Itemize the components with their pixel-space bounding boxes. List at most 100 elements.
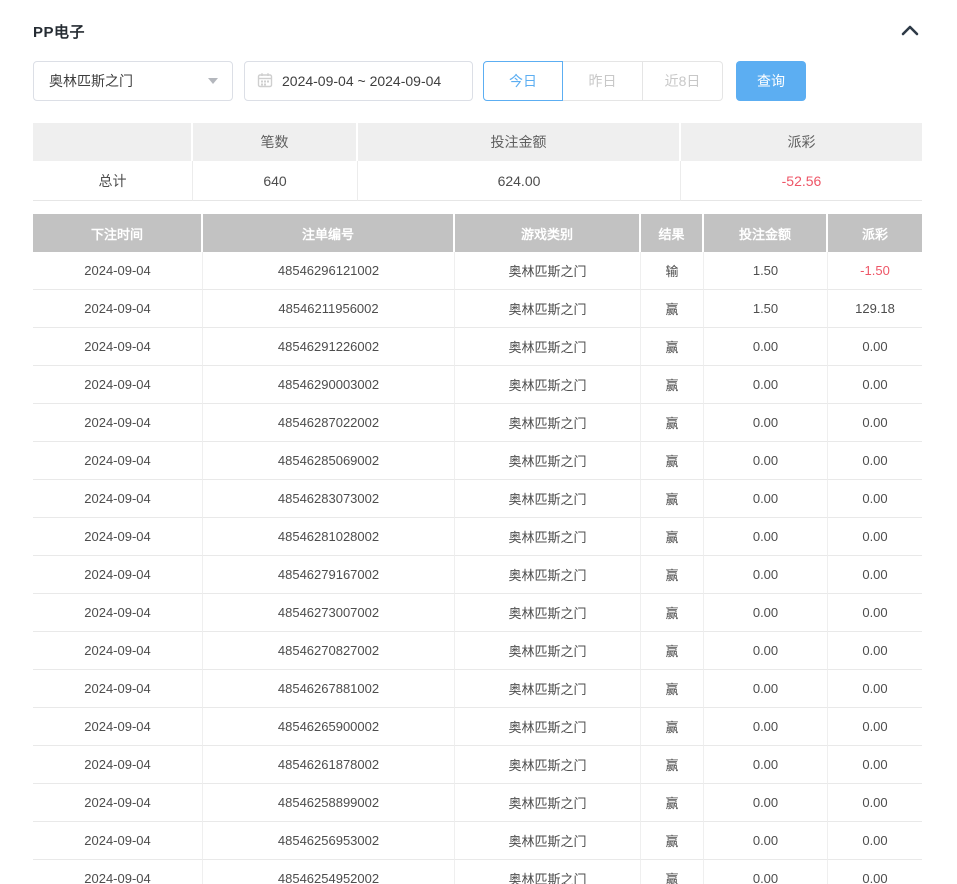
cell-payout: 0.00 bbox=[828, 708, 922, 746]
cell-game: 奥林匹斯之门 bbox=[455, 404, 641, 442]
cell-order-id: 48546287022002 bbox=[203, 404, 455, 442]
cell-time: 2024-09-04 bbox=[33, 252, 203, 290]
summary-header-bet-amount: 投注金额 bbox=[358, 123, 681, 161]
table-row: 2024-09-0448546254952002奥林匹斯之门赢0.000.00 bbox=[33, 860, 922, 884]
cell-time: 2024-09-04 bbox=[33, 366, 203, 404]
cell-result: 赢 bbox=[641, 746, 704, 784]
cell-bet: 0.00 bbox=[704, 860, 828, 884]
quick-filter-group: 今日 昨日 近8日 bbox=[483, 61, 723, 101]
cell-order-id: 48546290003002 bbox=[203, 366, 455, 404]
table-row: 2024-09-0448546290003002奥林匹斯之门赢0.000.00 bbox=[33, 366, 922, 404]
cell-bet: 0.00 bbox=[704, 556, 828, 594]
quick-filter-today[interactable]: 今日 bbox=[483, 61, 563, 101]
bets-header-result: 结果 bbox=[641, 214, 704, 252]
cell-result: 赢 bbox=[641, 518, 704, 556]
cell-payout: 0.00 bbox=[828, 860, 922, 884]
collapse-button[interactable] bbox=[896, 23, 924, 40]
cell-order-id: 48546270827002 bbox=[203, 632, 455, 670]
cell-payout: 0.00 bbox=[828, 822, 922, 860]
cell-result: 赢 bbox=[641, 594, 704, 632]
cell-time: 2024-09-04 bbox=[33, 556, 203, 594]
cell-order-id: 48546261878002 bbox=[203, 746, 455, 784]
cell-bet: 0.00 bbox=[704, 442, 828, 480]
report-panel: PP电子 奥林匹斯之门 bbox=[0, 0, 957, 884]
cell-game: 奥林匹斯之门 bbox=[455, 442, 641, 480]
cell-result: 赢 bbox=[641, 784, 704, 822]
bets-header-row: 下注时间 注单编号 游戏类别 结果 投注金额 派彩 bbox=[33, 214, 922, 252]
summary-header-row: 笔数 投注金额 派彩 bbox=[33, 123, 922, 161]
filter-bar: 奥林匹斯之门 2024-09-04 ~ 2024-09-04 bbox=[33, 61, 924, 101]
cell-game: 奥林匹斯之门 bbox=[455, 784, 641, 822]
cell-bet: 0.00 bbox=[704, 404, 828, 442]
date-range-input[interactable]: 2024-09-04 ~ 2024-09-04 bbox=[244, 61, 473, 101]
summary-total-row: 总计 640 624.00 -52.56 bbox=[33, 161, 922, 201]
cell-time: 2024-09-04 bbox=[33, 670, 203, 708]
cell-bet: 0.00 bbox=[704, 518, 828, 556]
search-button[interactable]: 查询 bbox=[736, 61, 806, 101]
cell-game: 奥林匹斯之门 bbox=[455, 290, 641, 328]
date-range-value: 2024-09-04 ~ 2024-09-04 bbox=[282, 73, 441, 89]
panel-header: PP电子 bbox=[33, 20, 924, 42]
cell-game: 奥林匹斯之门 bbox=[455, 632, 641, 670]
cell-bet: 0.00 bbox=[704, 822, 828, 860]
cell-game: 奥林匹斯之门 bbox=[455, 252, 641, 290]
summary-header-blank bbox=[33, 123, 193, 161]
cell-result: 赢 bbox=[641, 632, 704, 670]
cell-game: 奥林匹斯之门 bbox=[455, 328, 641, 366]
cell-payout: -1.50 bbox=[828, 252, 922, 290]
cell-game: 奥林匹斯之门 bbox=[455, 594, 641, 632]
cell-time: 2024-09-04 bbox=[33, 442, 203, 480]
cell-payout: 0.00 bbox=[828, 670, 922, 708]
table-row: 2024-09-0448546258899002奥林匹斯之门赢0.000.00 bbox=[33, 784, 922, 822]
game-select[interactable]: 奥林匹斯之门 bbox=[33, 61, 233, 101]
bets-header-bet: 投注金额 bbox=[704, 214, 828, 252]
cell-payout: 0.00 bbox=[828, 746, 922, 784]
cell-result: 赢 bbox=[641, 860, 704, 884]
game-select-value: 奥林匹斯之门 bbox=[49, 71, 133, 91]
cell-result: 赢 bbox=[641, 822, 704, 860]
cell-payout: 0.00 bbox=[828, 784, 922, 822]
cell-game: 奥林匹斯之门 bbox=[455, 708, 641, 746]
cell-time: 2024-09-04 bbox=[33, 708, 203, 746]
cell-order-id: 48546254952002 bbox=[203, 860, 455, 884]
cell-order-id: 48546279167002 bbox=[203, 556, 455, 594]
quick-filter-yesterday[interactable]: 昨日 bbox=[563, 61, 643, 101]
table-row: 2024-09-0448546256953002奥林匹斯之门赢0.000.00 bbox=[33, 822, 922, 860]
cell-result: 赢 bbox=[641, 366, 704, 404]
cell-payout: 0.00 bbox=[828, 404, 922, 442]
cell-time: 2024-09-04 bbox=[33, 746, 203, 784]
cell-time: 2024-09-04 bbox=[33, 632, 203, 670]
cell-bet: 0.00 bbox=[704, 784, 828, 822]
table-row: 2024-09-0448546279167002奥林匹斯之门赢0.000.00 bbox=[33, 556, 922, 594]
cell-payout: 0.00 bbox=[828, 366, 922, 404]
table-row: 2024-09-0448546267881002奥林匹斯之门赢0.000.00 bbox=[33, 670, 922, 708]
table-row: 2024-09-0448546273007002奥林匹斯之门赢0.000.00 bbox=[33, 594, 922, 632]
cell-time: 2024-09-04 bbox=[33, 404, 203, 442]
cell-payout: 0.00 bbox=[828, 556, 922, 594]
cell-game: 奥林匹斯之门 bbox=[455, 518, 641, 556]
quick-filter-last8days[interactable]: 近8日 bbox=[643, 61, 723, 101]
cell-payout: 0.00 bbox=[828, 632, 922, 670]
table-row: 2024-09-0448546291226002奥林匹斯之门赢0.000.00 bbox=[33, 328, 922, 366]
cell-game: 奥林匹斯之门 bbox=[455, 822, 641, 860]
cell-bet: 1.50 bbox=[704, 290, 828, 328]
cell-time: 2024-09-04 bbox=[33, 480, 203, 518]
cell-bet: 0.00 bbox=[704, 328, 828, 366]
cell-result: 赢 bbox=[641, 708, 704, 746]
summary-total-payout: -52.56 bbox=[681, 161, 922, 201]
table-row: 2024-09-0448546281028002奥林匹斯之门赢0.000.00 bbox=[33, 518, 922, 556]
cell-payout: 0.00 bbox=[828, 328, 922, 366]
cell-game: 奥林匹斯之门 bbox=[455, 556, 641, 594]
page-title: PP电子 bbox=[33, 21, 85, 42]
summary-table: 笔数 投注金额 派彩 总计 640 624.00 -52.56 bbox=[33, 123, 922, 201]
summary-header-count: 笔数 bbox=[193, 123, 358, 161]
cell-game: 奥林匹斯之门 bbox=[455, 860, 641, 884]
cell-payout: 129.18 bbox=[828, 290, 922, 328]
cell-order-id: 48546265900002 bbox=[203, 708, 455, 746]
table-row: 2024-09-0448546265900002奥林匹斯之门赢0.000.00 bbox=[33, 708, 922, 746]
cell-result: 赢 bbox=[641, 290, 704, 328]
summary-total-bet-amount: 624.00 bbox=[358, 161, 681, 201]
cell-order-id: 48546285069002 bbox=[203, 442, 455, 480]
cell-game: 奥林匹斯之门 bbox=[455, 746, 641, 784]
table-row: 2024-09-0448546296121002奥林匹斯之门输1.50-1.50 bbox=[33, 252, 922, 290]
